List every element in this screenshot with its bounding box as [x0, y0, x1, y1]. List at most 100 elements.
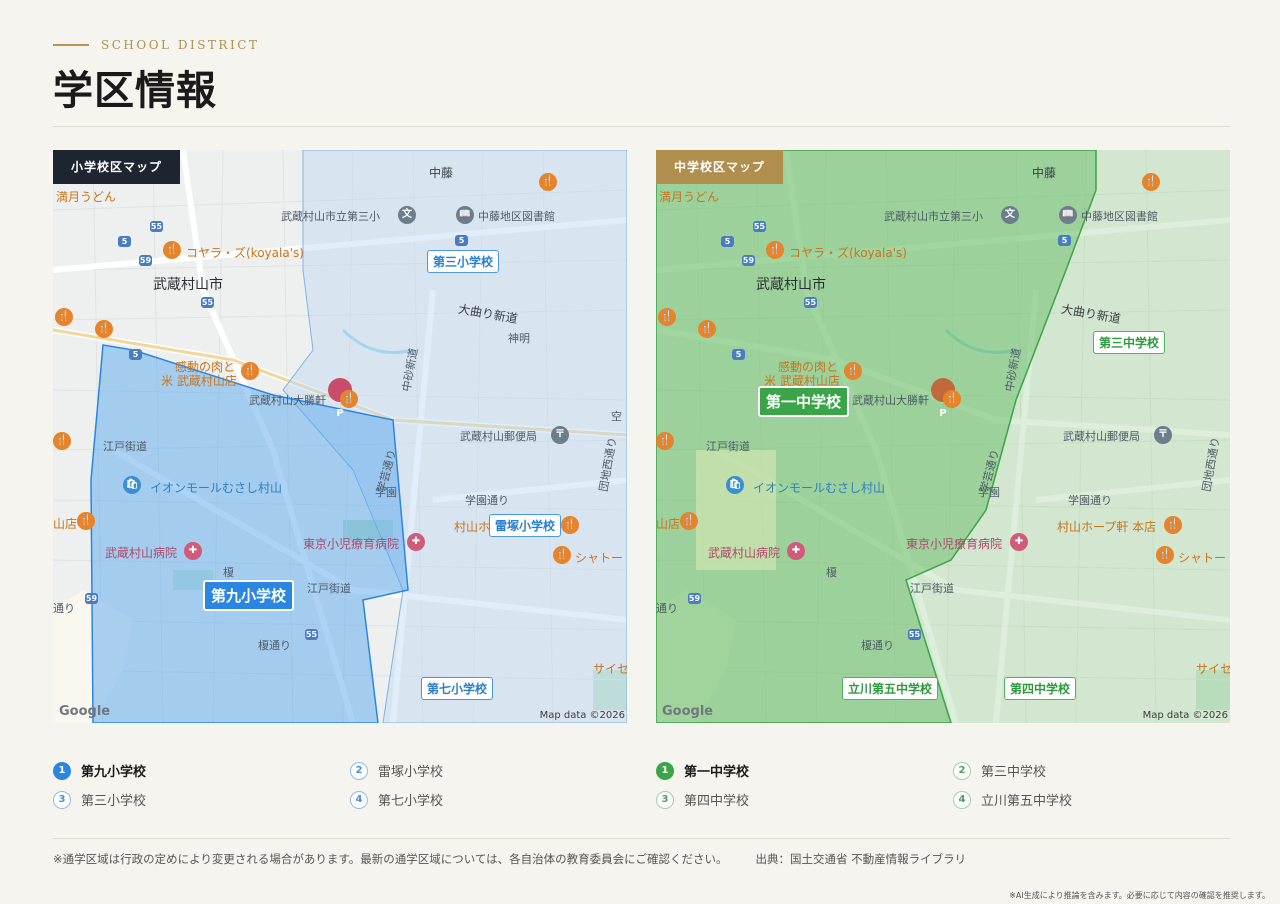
map-label: 武蔵村山市 — [153, 277, 223, 293]
map-label: 中藤地区図書館 — [1081, 210, 1158, 223]
school-icon[interactable]: 文 — [1001, 206, 1019, 224]
legend-label: 第七小学校 — [378, 794, 444, 809]
legend-number: 1 — [656, 761, 674, 780]
school-label-4[interactable]: 第七小学校 — [421, 677, 494, 700]
legend-item[interactable]: 1 第九小学校 — [53, 761, 146, 780]
legend-item[interactable]: 2 第三中学校 — [953, 761, 1046, 780]
elementary-legend: 1 第九小学校 2 雷塚小学校 3 第三小学校 4 第七小学校 — [53, 757, 643, 817]
map-label: 中藤 — [429, 166, 454, 180]
restaurant-icon[interactable]: 🍴 — [241, 362, 259, 380]
legend-label: 第三中学校 — [981, 765, 1047, 780]
map-base — [656, 150, 1230, 723]
map-label: 東京小児療育病院 — [303, 537, 400, 551]
restaurant-icon[interactable]: 🍴 — [561, 516, 579, 534]
restaurant-icon[interactable]: 🍴 — [1156, 546, 1174, 564]
restaurant-icon[interactable]: 🍴 — [553, 546, 571, 564]
school-icon[interactable]: 文 — [398, 206, 416, 224]
legend-number: 3 — [53, 790, 71, 809]
hospital-icon[interactable]: ✚ — [407, 533, 425, 551]
restaurant-icon[interactable]: 🍴 — [1142, 173, 1160, 191]
legend-number: 1 — [53, 761, 71, 780]
hospital-icon[interactable]: ✚ — [1010, 533, 1028, 551]
map-label: 武蔵村山市 — [756, 277, 826, 293]
parking-icon[interactable]: P — [934, 407, 952, 421]
post-office-icon[interactable]: 〒 — [551, 426, 569, 444]
restaurant-icon[interactable]: 🍴 — [656, 432, 674, 450]
library-icon[interactable]: 📖 — [456, 206, 474, 224]
route-shield: 5 — [732, 349, 745, 360]
elementary-district-map[interactable]: 小学校区マップ 中藤 満月うどん コヤラ・ズ(koyala's) 武蔵村山市 武… — [53, 150, 627, 723]
route-shield: 59 — [688, 593, 701, 604]
map-label: コヤラ・ズ(koyala's) — [789, 246, 907, 260]
map-label: 空 — [611, 410, 622, 423]
eyebrow-line — [53, 44, 89, 46]
restaurant-icon[interactable]: 🍴 — [95, 320, 113, 338]
restaurant-icon[interactable]: 🍴 — [77, 512, 95, 530]
route-shield: 59 — [85, 593, 98, 604]
restaurant-icon[interactable]: 🍴 — [163, 241, 181, 259]
shopping-icon[interactable]: 🛍 — [726, 476, 744, 494]
map-attribution[interactable]: Map data ©2026 — [540, 710, 625, 721]
map-attribution[interactable]: Map data ©2026 — [1143, 710, 1228, 721]
restaurant-icon[interactable]: 🍴 — [658, 308, 676, 326]
map-logo: Google — [59, 704, 111, 719]
map-label: シャトー — [575, 551, 624, 565]
restaurant-icon[interactable]: 🍴 — [844, 362, 862, 380]
parking-icon[interactable]: P — [331, 407, 349, 421]
hospital-icon[interactable]: ✚ — [787, 542, 805, 560]
restaurant-icon[interactable]: 🍴 — [698, 320, 716, 338]
highlighted-school-label[interactable]: 第一中学校 — [758, 386, 850, 417]
route-shield: 59 — [742, 255, 755, 266]
map-label: サイセ — [1196, 662, 1230, 676]
map-label: 武蔵村山郵便局 — [460, 430, 537, 443]
map-label: 山店 — [53, 517, 78, 531]
map-label: 通り — [656, 602, 678, 615]
restaurant-icon[interactable]: 🍴 — [53, 432, 71, 450]
legend-label: 第九小学校 — [81, 765, 147, 780]
hospital-icon[interactable]: ✚ — [184, 542, 202, 560]
legend-number: 3 — [656, 790, 674, 809]
school-label-3[interactable]: 第三小学校 — [427, 250, 500, 273]
route-shield: 5 — [721, 236, 734, 247]
route-shield: 5 — [455, 235, 468, 246]
school-label-3[interactable]: 第四中学校 — [1004, 677, 1077, 700]
legend-item[interactable]: 1 第一中学校 — [656, 761, 749, 780]
restaurant-icon[interactable]: 🍴 — [680, 512, 698, 530]
route-shield: 55 — [753, 221, 766, 232]
library-icon[interactable]: 📖 — [1059, 206, 1077, 224]
legend-item[interactable]: 4 立川第五中学校 — [953, 790, 1072, 809]
junior-district-map[interactable]: 中学校区マップ 中藤 満月うどん コヤラ・ズ(koyala's) 武蔵村山市 武… — [656, 150, 1230, 723]
eyebrow: SCHOOL DISTRICT — [53, 38, 259, 52]
map-label: 武蔵村山病院 — [708, 546, 781, 560]
legend-item[interactable]: 4 第七小学校 — [350, 790, 443, 809]
route-shield: 55 — [804, 297, 817, 308]
legend-item[interactable]: 2 雷塚小学校 — [350, 761, 443, 780]
restaurant-icon[interactable]: 🍴 — [943, 390, 961, 408]
map-label: シャトー — [1178, 551, 1227, 565]
route-shield: 55 — [201, 297, 214, 308]
post-office-icon[interactable]: 〒 — [1154, 426, 1172, 444]
divider-top — [53, 126, 1230, 127]
shopping-icon[interactable]: 🛍 — [123, 476, 141, 494]
legend-number: 4 — [953, 790, 971, 809]
legend-item[interactable]: 3 第四中学校 — [656, 790, 749, 809]
map-label: 通り — [53, 602, 75, 615]
school-label-2[interactable]: 雷塚小学校 — [489, 514, 562, 537]
restaurant-icon[interactable]: 🍴 — [1164, 516, 1182, 534]
highlighted-school-label[interactable]: 第九小学校 — [203, 580, 295, 611]
map-label: 榎 — [826, 566, 837, 579]
route-shield: 5 — [1058, 235, 1071, 246]
map-label: 満月うどん — [659, 190, 720, 204]
route-shield: 55 — [908, 629, 921, 640]
map-label: 江戸街道 — [706, 440, 750, 453]
restaurant-icon[interactable]: 🍴 — [340, 390, 358, 408]
map-label: イオンモールむさし村山 — [753, 481, 886, 495]
restaurant-icon[interactable]: 🍴 — [55, 308, 73, 326]
school-label-4[interactable]: 立川第五中学校 — [842, 677, 939, 700]
restaurant-icon[interactable]: 🍴 — [766, 241, 784, 259]
school-label-2[interactable]: 第三中学校 — [1093, 331, 1166, 354]
map-label: 武蔵村山大勝軒 — [852, 394, 929, 407]
legend-label: 第四中学校 — [684, 794, 750, 809]
legend-item[interactable]: 3 第三小学校 — [53, 790, 146, 809]
restaurant-icon[interactable]: 🍴 — [539, 173, 557, 191]
